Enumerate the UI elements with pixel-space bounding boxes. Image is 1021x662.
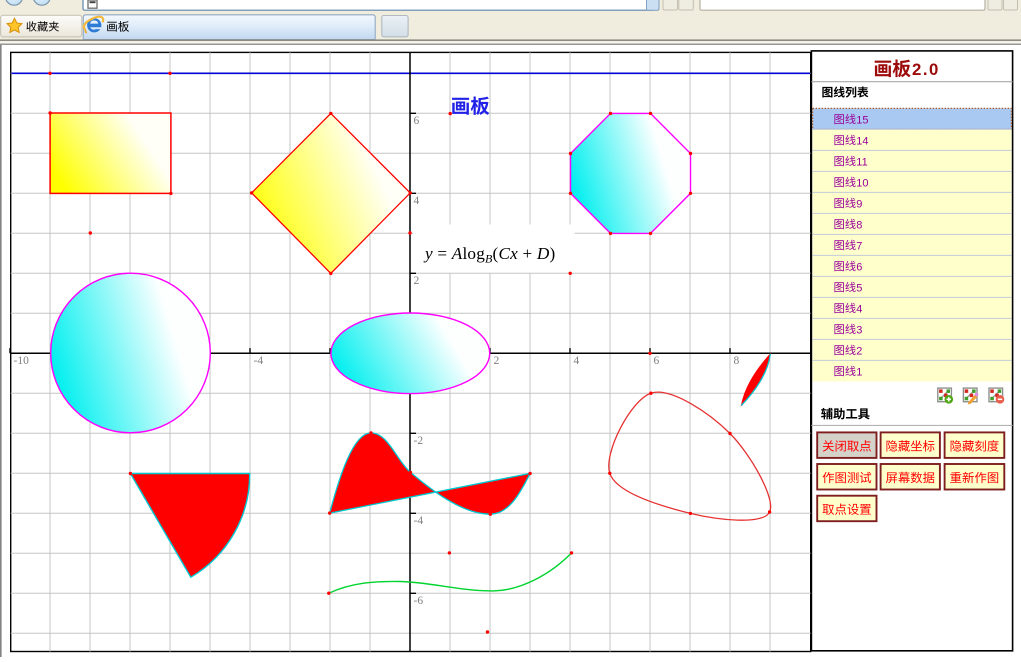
svg-text:4: 4	[414, 195, 420, 207]
svg-text:-10: -10	[14, 355, 30, 367]
svg-text:3: 3	[856, 324, 862, 336]
svg-text:-2: -2	[414, 435, 424, 447]
svg-text:4: 4	[856, 303, 862, 315]
svg-text:15: 15	[856, 114, 868, 126]
svg-text:6: 6	[856, 261, 862, 273]
svg-text:10: 10	[856, 177, 868, 189]
svg-text:-4: -4	[414, 515, 424, 527]
svg-text:6: 6	[414, 115, 420, 127]
svg-text:14: 14	[856, 135, 868, 147]
svg-text:8: 8	[734, 355, 740, 367]
svg-text:4: 4	[574, 355, 580, 367]
svg-text:2: 2	[856, 345, 862, 357]
svg-text:-4: -4	[254, 355, 264, 367]
svg-text:6: 6	[654, 355, 660, 367]
svg-text:7: 7	[856, 240, 862, 252]
svg-text:2.0: 2.0	[912, 60, 940, 79]
svg-text:9: 9	[856, 198, 862, 210]
svg-text:8: 8	[856, 219, 862, 231]
svg-text:2: 2	[494, 355, 500, 367]
svg-text:11: 11	[856, 156, 867, 168]
svg-text:5: 5	[856, 282, 862, 294]
svg-text:2: 2	[414, 275, 420, 287]
svg-text:-6: -6	[414, 595, 424, 607]
svg-text:1: 1	[856, 366, 862, 378]
